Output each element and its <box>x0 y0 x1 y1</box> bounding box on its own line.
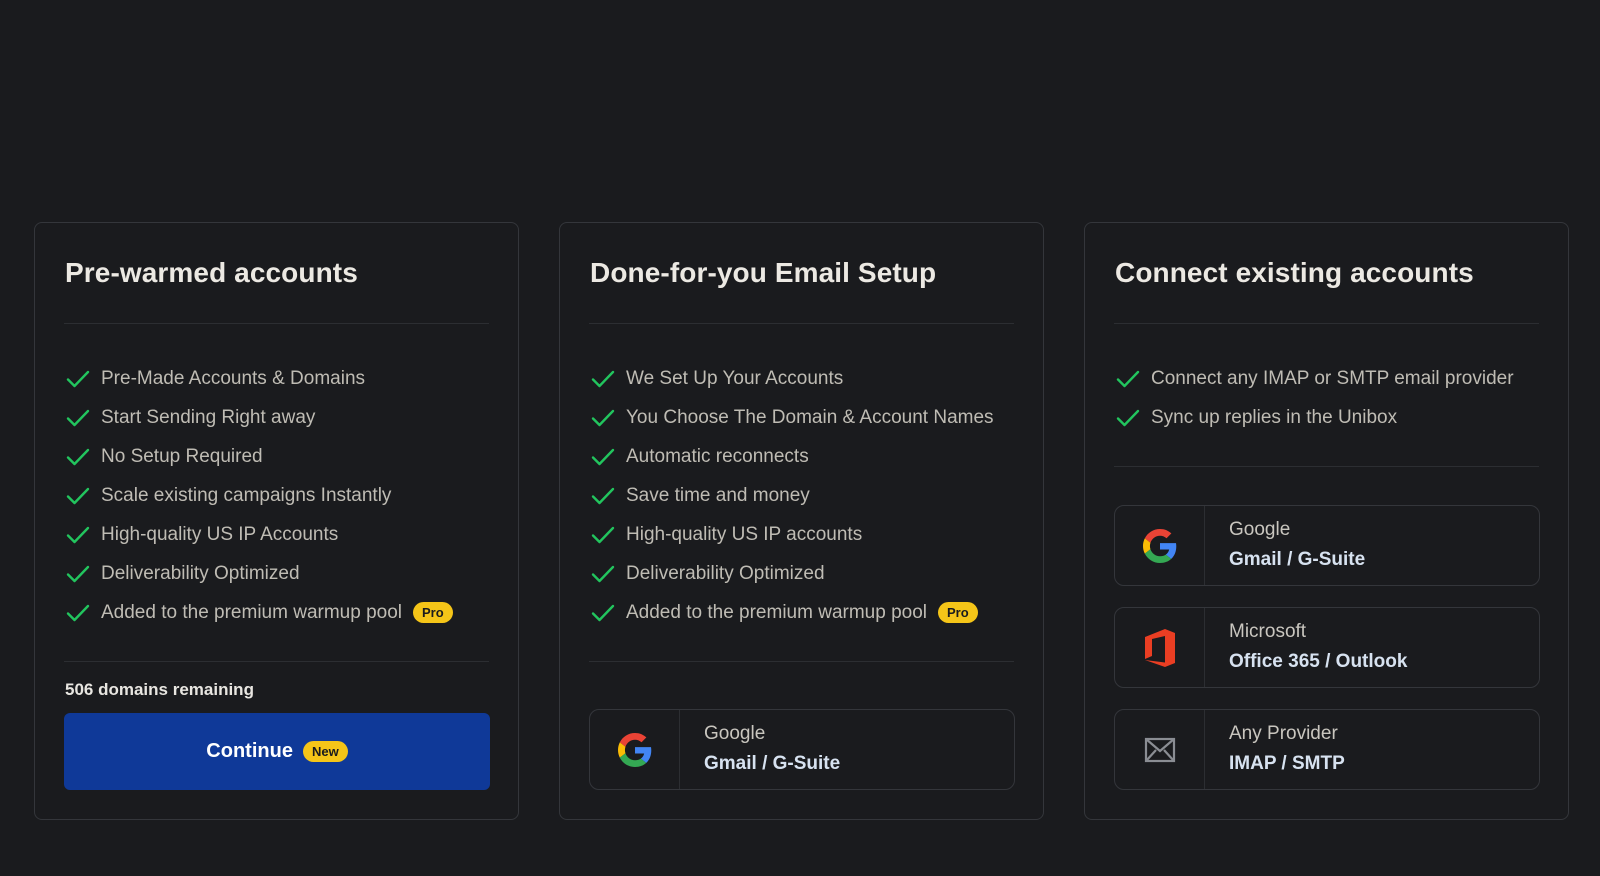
feature-label: Sync up replies in the Unibox <box>1151 406 1398 428</box>
provider-icon-cell <box>1115 506 1205 585</box>
provider-icon-cell <box>1115 710 1205 789</box>
pro-badge: Pro <box>413 602 453 623</box>
check-icon <box>590 485 616 507</box>
check-icon <box>65 524 91 546</box>
feature-list: Pre-Made Accounts & Domains Start Sendin… <box>65 359 453 632</box>
check-icon <box>590 524 616 546</box>
check-icon <box>590 368 616 390</box>
continue-button-label: Continue <box>206 740 293 762</box>
provider-option-any-provider[interactable]: Any Provider IMAP / SMTP <box>1114 709 1540 790</box>
divider <box>64 323 489 324</box>
divider <box>589 323 1014 324</box>
feature-label: You Choose The Domain & Account Names <box>626 406 994 428</box>
feature-list: We Set Up Your Accounts You Choose The D… <box>590 359 994 632</box>
check-icon <box>1115 368 1141 390</box>
provider-product: Gmail / G-Suite <box>1229 549 1366 570</box>
provider-name: Google <box>704 723 766 745</box>
provider-option-google[interactable]: Google Gmail / G-Suite <box>1114 505 1540 586</box>
feature-item: Sync up replies in the Unibox <box>1115 398 1514 437</box>
google-icon <box>1143 529 1177 563</box>
provider-name: Any Provider <box>1229 723 1338 745</box>
feature-label: Save time and money <box>626 484 810 506</box>
feature-item: We Set Up Your Accounts <box>590 359 994 398</box>
check-icon <box>590 563 616 585</box>
divider <box>1114 323 1539 324</box>
feature-item: Start Sending Right away <box>65 398 453 437</box>
continue-button[interactable]: Continue New <box>64 713 490 790</box>
feature-item: Added to the premium warmup pool Pro <box>590 593 994 632</box>
feature-item: Added to the premium warmup pool Pro <box>65 593 453 632</box>
divider <box>1114 466 1539 467</box>
feature-label: Deliverability Optimized <box>626 562 825 584</box>
provider-text: Google Gmail / G-Suite <box>680 723 840 776</box>
card-connect-existing: Connect existing accounts Connect any IM… <box>1084 222 1569 820</box>
feature-item: Connect any IMAP or SMTP email provider <box>1115 359 1514 398</box>
feature-label: Pre-Made Accounts & Domains <box>101 367 366 389</box>
check-icon <box>590 446 616 468</box>
new-badge: New <box>302 741 348 762</box>
feature-item: Pre-Made Accounts & Domains <box>65 359 453 398</box>
google-icon <box>618 733 652 767</box>
check-icon <box>590 407 616 429</box>
card-done-for-you-setup: Done-for-you Email Setup We Set Up Your … <box>559 222 1044 820</box>
provider-option-microsoft[interactable]: Microsoft Office 365 / Outlook <box>1114 607 1540 688</box>
feature-label: We Set Up Your Accounts <box>626 367 844 389</box>
feature-label: Automatic reconnects <box>626 445 809 467</box>
card-title: Done-for-you Email Setup <box>590 257 937 288</box>
provider-product: Office 365 / Outlook <box>1229 651 1408 672</box>
feature-label: High-quality US IP Accounts <box>101 523 339 545</box>
provider-name: Google <box>1229 519 1291 541</box>
provider-text: Microsoft Office 365 / Outlook <box>1205 621 1407 674</box>
feature-list: Connect any IMAP or SMTP email provider … <box>1115 359 1514 437</box>
feature-item: Save time and money <box>590 476 994 515</box>
feature-label: High-quality US IP accounts <box>626 523 863 545</box>
divider <box>589 661 1014 662</box>
feature-label: No Setup Required <box>101 445 263 467</box>
feature-label: Connect any IMAP or SMTP email provider <box>1151 367 1514 389</box>
check-icon <box>65 446 91 468</box>
card-title: Pre-warmed accounts <box>65 257 358 288</box>
provider-icon-cell <box>1115 608 1205 687</box>
provider-option-google[interactable]: Google Gmail / G-Suite <box>589 709 1015 790</box>
check-icon <box>1115 407 1141 429</box>
feature-item: High-quality US IP accounts <box>590 515 994 554</box>
provider-name: Microsoft <box>1229 621 1307 643</box>
feature-label: Added to the premium warmup pool <box>101 601 402 623</box>
check-icon <box>590 602 616 624</box>
check-icon <box>65 368 91 390</box>
domains-remaining-text: 506 domains remaining <box>65 680 254 699</box>
provider-product: IMAP / SMTP <box>1229 753 1345 774</box>
feature-item: Automatic reconnects <box>590 437 994 476</box>
provider-text: Google Gmail / G-Suite <box>1205 519 1365 572</box>
mail-icon <box>1144 737 1176 763</box>
office-icon <box>1144 628 1176 668</box>
card-prewarmed-accounts: Pre-warmed accounts Pre-Made Accounts & … <box>34 222 519 820</box>
feature-item: You Choose The Domain & Account Names <box>590 398 994 437</box>
account-options: Pre-warmed accounts Pre-Made Accounts & … <box>34 222 1569 820</box>
provider-text: Any Provider IMAP / SMTP <box>1205 723 1345 776</box>
check-icon <box>65 563 91 585</box>
card-title: Connect existing accounts <box>1115 257 1474 288</box>
pro-badge: Pro <box>938 602 978 623</box>
check-icon <box>65 485 91 507</box>
feature-label: Scale existing campaigns Instantly <box>101 484 392 506</box>
check-icon <box>65 602 91 624</box>
feature-label: Added to the premium warmup pool <box>626 601 927 623</box>
provider-product: Gmail / G-Suite <box>704 753 841 774</box>
feature-item: No Setup Required <box>65 437 453 476</box>
feature-label: Deliverability Optimized <box>101 562 300 584</box>
check-icon <box>65 407 91 429</box>
feature-item: Scale existing campaigns Instantly <box>65 476 453 515</box>
provider-icon-cell <box>590 710 680 789</box>
feature-item: Deliverability Optimized <box>590 554 994 593</box>
feature-item: Deliverability Optimized <box>65 554 453 593</box>
feature-label: Start Sending Right away <box>101 406 316 428</box>
divider <box>64 661 489 662</box>
feature-item: High-quality US IP Accounts <box>65 515 453 554</box>
